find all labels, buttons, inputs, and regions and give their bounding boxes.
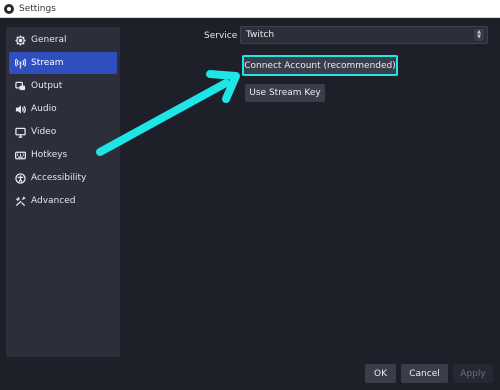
sidebar-item-label: Hotkeys: [31, 150, 68, 160]
output-icon: [14, 80, 26, 92]
settings-sidebar: General Stream Output Audio Video Hotkey…: [6, 27, 120, 357]
service-select-value: Twitch: [246, 30, 275, 40]
service-label: Service: [204, 31, 238, 41]
sidebar-item-advanced[interactable]: Advanced: [9, 190, 117, 212]
sidebar-item-label: Accessibility: [31, 173, 87, 183]
title-bar: Settings: [0, 0, 500, 18]
service-select[interactable]: Twitch ▲ ▼: [240, 26, 488, 44]
ok-button[interactable]: OK: [365, 364, 396, 383]
tools-icon: [14, 195, 26, 207]
accessibility-icon: [14, 172, 26, 184]
use-stream-key-button[interactable]: Use Stream Key: [245, 84, 325, 102]
sidebar-item-hotkeys[interactable]: Hotkeys: [9, 144, 117, 166]
sidebar-item-label: General: [31, 35, 67, 45]
sidebar-item-general[interactable]: General: [9, 29, 117, 51]
cancel-button[interactable]: Cancel: [401, 364, 448, 383]
sidebar-item-label: Stream: [31, 58, 64, 68]
sidebar-item-audio[interactable]: Audio: [9, 98, 117, 120]
sidebar-item-label: Output: [31, 81, 63, 91]
sidebar-item-video[interactable]: Video: [9, 121, 117, 143]
sidebar-item-output[interactable]: Output: [9, 75, 117, 97]
updown-arrows-icon: ▲ ▼: [474, 29, 484, 41]
sidebar-item-label: Video: [31, 127, 57, 137]
apply-button[interactable]: Apply: [453, 364, 493, 383]
gear-icon: [14, 34, 26, 46]
sidebar-item-accessibility[interactable]: Accessibility: [9, 167, 117, 189]
speaker-icon: [14, 103, 26, 115]
connect-account-button[interactable]: Connect Account (recommended): [242, 55, 398, 76]
keyboard-icon: [14, 149, 26, 161]
window-title: Settings: [19, 3, 56, 14]
sidebar-item-label: Advanced: [31, 196, 76, 206]
antenna-icon: [14, 57, 26, 69]
sidebar-item-stream[interactable]: Stream: [9, 52, 117, 74]
app-logo-icon: [4, 3, 14, 14]
sidebar-item-label: Audio: [31, 104, 57, 114]
monitor-icon: [14, 126, 26, 138]
